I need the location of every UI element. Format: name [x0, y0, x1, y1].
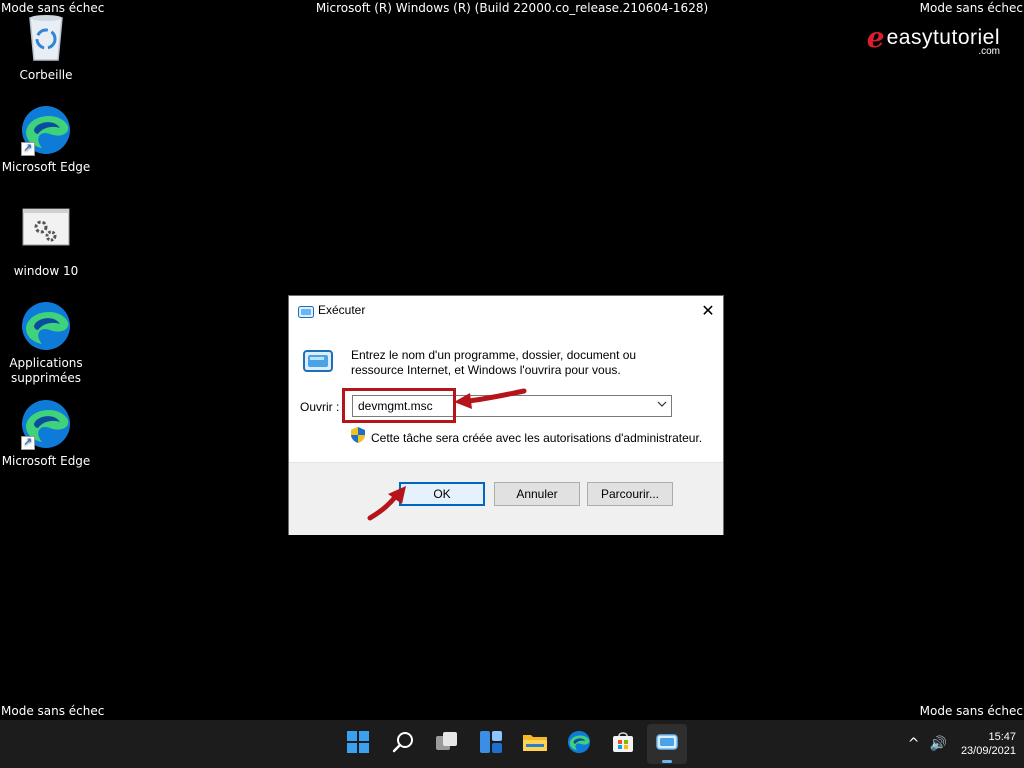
open-label: Ouvrir :: [300, 400, 340, 414]
chevron-up-icon[interactable]: ^: [908, 736, 920, 752]
run-dialog-footer: OK Annuler Parcourir...: [289, 462, 723, 535]
file-explorer-icon: [523, 732, 547, 756]
edge-taskbar-button[interactable]: [559, 724, 599, 764]
desktop-icon-label: Microsoft Edge: [1, 160, 91, 174]
edge-icon: [20, 300, 72, 352]
settings-shortcut-icon: [20, 208, 72, 260]
run-description-line2: ressource Internet, et Windows l'ouvrira…: [351, 363, 621, 377]
shortcut-arrow-icon: [21, 140, 35, 156]
watermark-suffix: .com: [978, 46, 1000, 57]
run-program-icon: [303, 350, 333, 377]
recycle-bin-icon: [20, 12, 72, 64]
close-button[interactable]: ✕: [693, 296, 723, 326]
clock[interactable]: 15:47 23/09/2021: [961, 730, 1016, 758]
ok-button[interactable]: OK: [399, 482, 485, 506]
desktop-icon-label-line2: supprimées: [10, 371, 82, 385]
desktop-icon-edge-2[interactable]: Microsoft Edge: [0, 398, 92, 469]
run-taskbar-button[interactable]: [647, 724, 687, 764]
highlight-box: [342, 388, 456, 423]
admin-note: Cette tâche sera créée avec les autorisa…: [371, 430, 703, 445]
run-dialog-titlebar[interactable]: Exécuter ✕: [289, 296, 723, 326]
watermark-mark: e: [866, 21, 885, 54]
file-explorer-button[interactable]: [515, 724, 555, 764]
shortcut-arrow-icon: [21, 434, 35, 450]
edge-icon: [567, 730, 591, 758]
widgets-icon: [480, 731, 502, 757]
safe-mode-label-bottom-left: Mode sans échec: [1, 704, 105, 718]
desktop-icon-label: Corbeille: [19, 68, 73, 82]
desktop-icon-label: Microsoft Edge: [1, 454, 91, 468]
clock-date: 23/09/2021: [960, 745, 1016, 757]
search-icon: [392, 731, 414, 757]
widgets-button[interactable]: [471, 724, 511, 764]
edge-icon: [20, 104, 72, 156]
start-button[interactable]: [338, 724, 378, 764]
run-description-line1: Entrez le nom d'un programme, dossier, d…: [351, 348, 637, 362]
task-view-button[interactable]: [427, 724, 467, 764]
clock-time: 15:47: [988, 731, 1016, 743]
desktop-icon-label-line1: Applications: [9, 356, 83, 370]
desktop-icon-label: window 10: [13, 264, 79, 278]
build-string: Microsoft (R) Windows (R) (Build 22000.c…: [315, 1, 709, 15]
desktop-icon-window-10[interactable]: window 10: [0, 208, 92, 279]
watermark-logo: e easytutoriel .com: [866, 21, 1000, 58]
task-view-icon: [435, 731, 459, 757]
edge-icon: [20, 398, 72, 450]
desktop-icon-applications-supprimees[interactable]: Applications supprimées: [0, 300, 92, 386]
chevron-down-icon[interactable]: [657, 400, 667, 411]
taskbar: ^ 🔊 15:47 23/09/2021: [0, 720, 1024, 768]
admin-note-row: Cette tâche sera créée avec les autorisa…: [351, 427, 702, 448]
run-description: Entrez le nom d'un programme, dossier, d…: [351, 348, 691, 378]
windows-start-icon: [347, 731, 369, 757]
uac-shield-icon: [351, 427, 365, 448]
desktop-icon-recycle-bin[interactable]: Corbeille: [0, 12, 92, 83]
active-indicator: [662, 760, 672, 763]
store-icon: [612, 731, 634, 757]
cancel-button[interactable]: Annuler: [494, 482, 580, 506]
desktop-icon-edge-1[interactable]: Microsoft Edge: [0, 104, 92, 175]
speaker-icon[interactable]: 🔊: [930, 736, 947, 752]
run-dialog: Exécuter ✕ Entrez le nom d'un programme,…: [288, 295, 724, 535]
run-dialog-body: Entrez le nom d'un programme, dossier, d…: [289, 326, 723, 461]
store-button[interactable]: [603, 724, 643, 764]
safe-mode-label-bottom-right: Mode sans échec: [919, 704, 1023, 718]
run-dialog-title: Exécuter: [318, 303, 366, 317]
search-button[interactable]: [383, 724, 423, 764]
run-icon: [656, 734, 678, 754]
system-tray: ^ 🔊 15:47 23/09/2021: [908, 720, 1016, 768]
browse-button[interactable]: Parcourir...: [587, 482, 673, 506]
run-icon: [298, 305, 314, 323]
